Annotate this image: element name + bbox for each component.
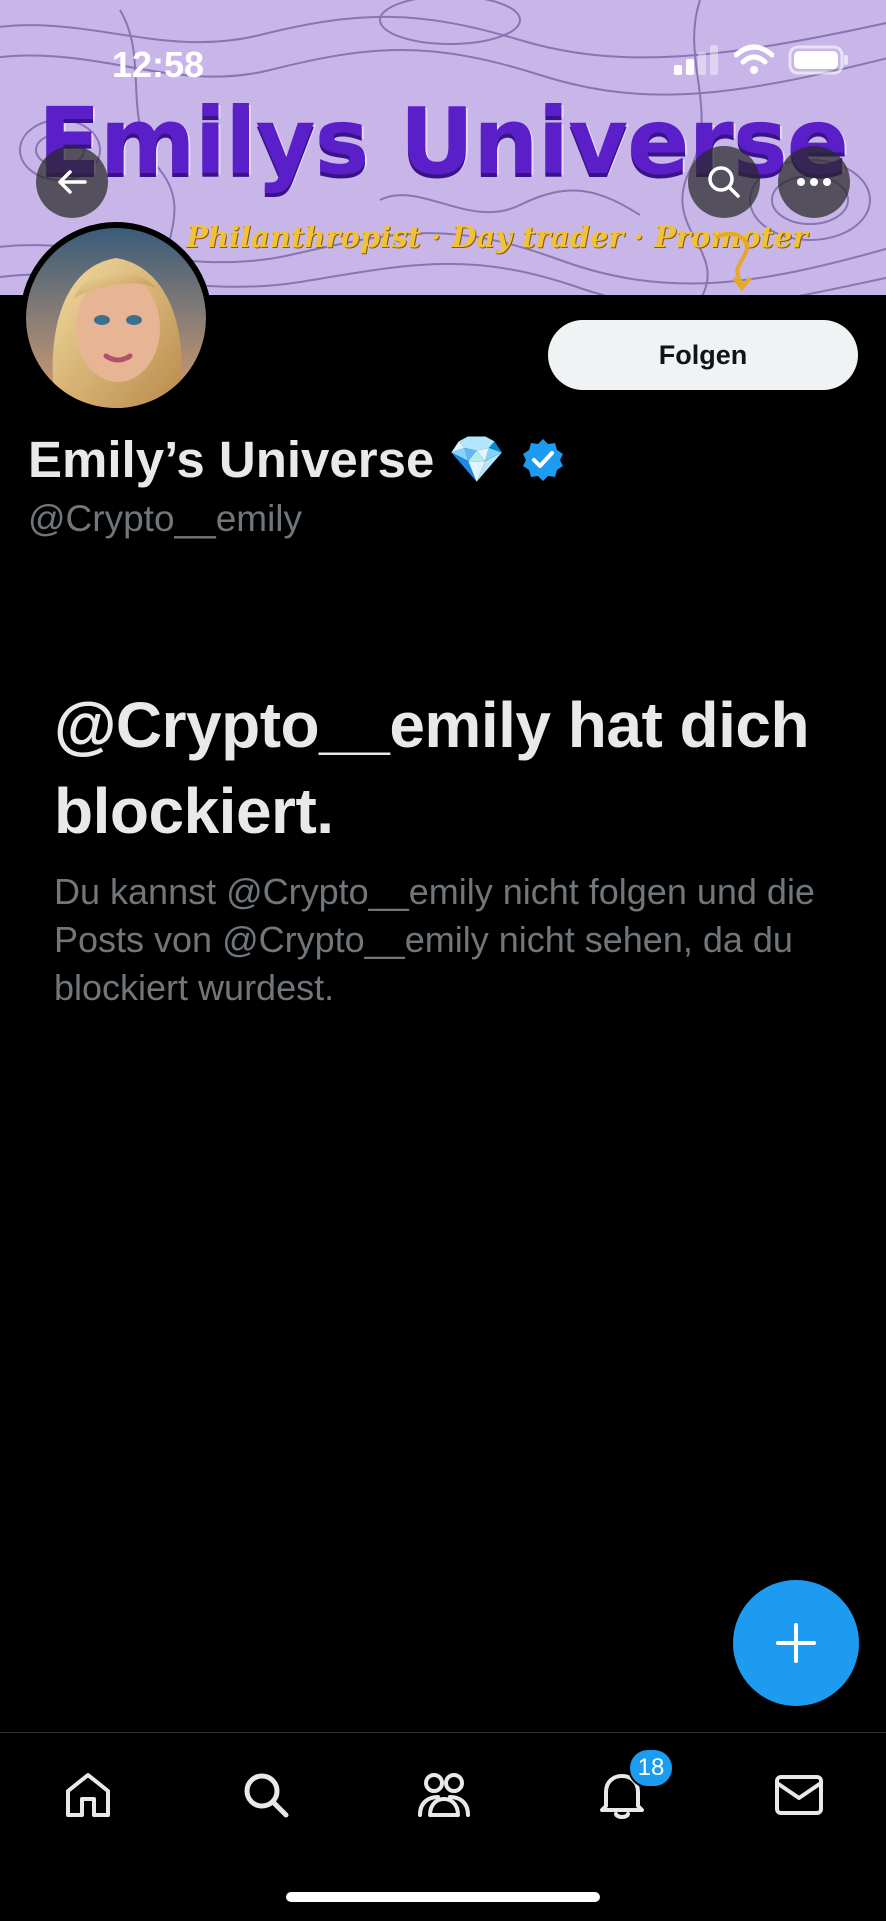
back-button[interactable]	[36, 146, 108, 218]
user-handle: @Crypto__emily	[28, 498, 303, 539]
blocked-title: @Crypto__emily hat dich blockiert.	[54, 689, 810, 847]
diamond-emoji: 💎	[448, 433, 506, 485]
search-icon	[244, 1773, 289, 1818]
avatar[interactable]	[20, 222, 212, 414]
follow-button[interactable]: Folgen	[548, 320, 858, 390]
home-icon	[66, 1773, 110, 1817]
plus-icon	[776, 1623, 816, 1663]
nav-search[interactable]	[231, 1760, 301, 1830]
display-name: Emily’s Universe	[28, 431, 435, 488]
back-arrow-icon	[58, 170, 87, 194]
more-options-button[interactable]	[778, 146, 850, 218]
battery-icon	[788, 45, 848, 75]
search-icon	[708, 166, 740, 198]
avatar-image	[26, 228, 206, 408]
blocked-message: Du kannst @Crypto__emily nicht folgen un…	[54, 871, 815, 1008]
nav-communities[interactable]	[409, 1760, 479, 1830]
status-time: 12:58	[112, 44, 205, 85]
more-icon	[797, 178, 831, 186]
nav-home[interactable]	[53, 1760, 123, 1830]
search-button[interactable]	[688, 146, 760, 218]
banner-swirl-arrow	[714, 232, 752, 292]
communities-icon	[418, 1773, 470, 1817]
verified-badge-icon[interactable]	[520, 437, 566, 483]
cellular-signal-icon	[674, 45, 718, 75]
nav-messages[interactable]	[764, 1760, 834, 1830]
home-indicator[interactable]	[286, 1892, 600, 1902]
wifi-icon	[734, 44, 774, 74]
display-name-row: Emily’s Universe 💎	[28, 430, 566, 489]
status-icons	[672, 44, 850, 76]
notification-count-badge: 18	[628, 1748, 674, 1788]
messages-icon	[775, 1775, 823, 1815]
compose-post-button[interactable]	[733, 1580, 859, 1706]
